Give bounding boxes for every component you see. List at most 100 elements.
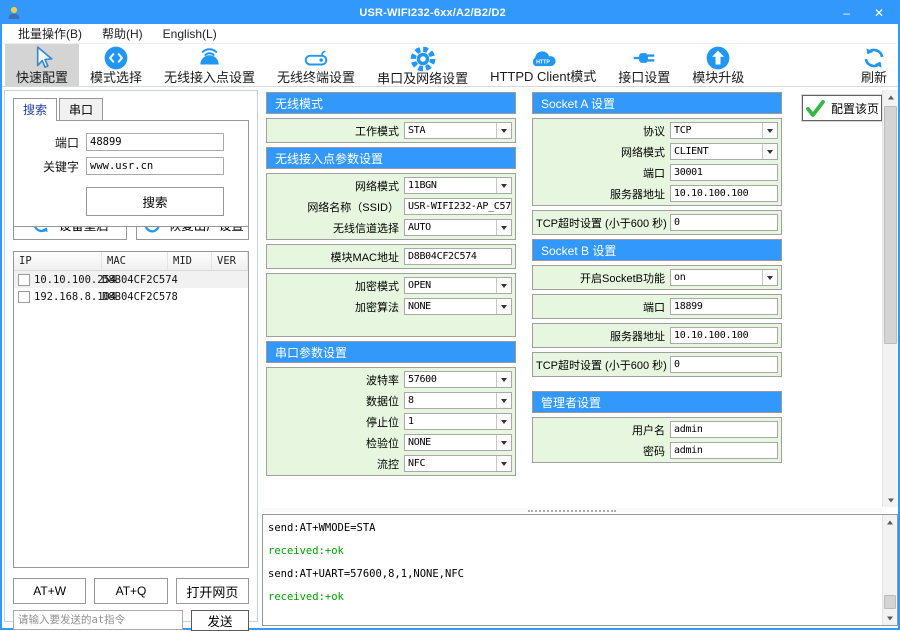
config-input[interactable]: admin — [670, 442, 778, 459]
chevron-down-icon[interactable] — [496, 393, 511, 408]
config-input[interactable]: USR-WIFI232-AP_C574 — [404, 198, 512, 215]
menu-batch-operations[interactable]: 批量操作(B) — [8, 23, 92, 44]
scroll-down-icon[interactable] — [883, 492, 898, 507]
scroll-up-icon[interactable] — [883, 515, 897, 530]
chevron-down-icon[interactable] — [496, 299, 511, 314]
config-select[interactable]: 11BGN — [404, 177, 512, 194]
minimize-button[interactable]: – — [843, 7, 850, 19]
chevron-down-icon[interactable] — [496, 414, 511, 429]
config-select[interactable]: 8 — [404, 392, 512, 409]
toolbar-item-mode-select[interactable]: 模式选择 — [79, 44, 153, 86]
at-command-input[interactable] — [13, 610, 183, 630]
config-select[interactable]: 1 — [404, 413, 512, 430]
chevron-down-icon[interactable] — [762, 144, 777, 159]
splitter-handle[interactable] — [262, 508, 882, 513]
chevron-down-icon[interactable] — [496, 435, 511, 450]
send-button[interactable]: 发送 — [191, 610, 249, 631]
keyword-input[interactable] — [86, 157, 224, 175]
toolbar-item-interface-settings[interactable]: 接口设置 — [607, 44, 681, 86]
config-select[interactable]: CLIENT — [670, 143, 778, 160]
splitter-grip-icon — [528, 510, 616, 512]
section-header: 串口参数设置 — [266, 341, 516, 363]
tab-serial[interactable]: 串口 — [59, 98, 103, 121]
config-column-wireless: 无线模式工作模式STA无线接入点参数设置网络模式11BGN网络名称（SSID）U… — [266, 92, 516, 480]
toolbar-item-ap-settings[interactable]: 无线接入点设置 — [153, 44, 266, 86]
config-input[interactable]: D8B04CF2C574 — [404, 248, 512, 265]
field-value: TCP — [671, 125, 762, 136]
scrollbar-thumb[interactable] — [884, 106, 897, 344]
device-mac: D8B04CF2C578 — [102, 291, 184, 303]
config-select[interactable]: NONE — [404, 434, 512, 451]
open-webpage-button[interactable]: 打开网页 — [176, 578, 249, 604]
scroll-down-icon[interactable] — [883, 610, 897, 625]
chevron-down-icon[interactable] — [496, 372, 511, 387]
chevron-down-icon[interactable] — [496, 220, 511, 235]
apply-page-button[interactable]: 配置该页 — [802, 95, 882, 121]
chevron-down-icon[interactable] — [496, 278, 511, 293]
config-input[interactable]: 0 — [670, 214, 778, 231]
config-select[interactable]: NFC — [404, 455, 512, 472]
toolbar-item-sta-settings[interactable]: 无线终端设置 — [266, 44, 366, 86]
field-value: OPEN — [405, 280, 496, 291]
config-input[interactable]: 0 — [670, 356, 778, 373]
config-select[interactable]: on — [670, 269, 778, 286]
device-mac: D8B04CF2C574 — [102, 274, 184, 286]
close-button[interactable]: ✕ — [874, 7, 884, 19]
field-value: 18899 — [671, 301, 777, 312]
menu-bar: 批量操作(B) 帮助(H) English(L) — [2, 24, 898, 44]
chevron-down-icon[interactable] — [496, 456, 511, 471]
ap-icon — [196, 45, 223, 71]
chevron-down-icon[interactable] — [496, 123, 511, 138]
search-tabs: 搜索 串口 — [13, 97, 257, 120]
column-header-ip[interactable]: IP — [14, 252, 102, 270]
toolbar-item-uart-net-settings[interactable]: 串口及网络设置 — [366, 44, 479, 86]
field-value: NFC — [405, 458, 496, 469]
search-button[interactable]: 搜索 — [86, 187, 224, 216]
atq-button[interactable]: AT+Q — [94, 578, 167, 604]
config-select[interactable]: NONE — [404, 298, 512, 315]
toolbar-item-httpd-client[interactable]: HTTPHTTPD Client模式 — [479, 44, 607, 86]
config-group: 服务器地址10.10.100.100 — [532, 323, 782, 348]
config-scrollbar[interactable] — [882, 90, 898, 507]
menu-help[interactable]: 帮助(H) — [92, 23, 153, 44]
device-checkbox[interactable] — [18, 274, 30, 286]
toolbar-item-label: 模块升级 — [692, 71, 744, 85]
config-group: 开启SocketB功能on — [532, 265, 782, 290]
menu-english[interactable]: English(L) — [153, 25, 227, 43]
log-scrollbar[interactable] — [882, 515, 897, 625]
scroll-up-icon[interactable] — [883, 90, 898, 105]
config-select[interactable]: TCP — [670, 122, 778, 139]
device-checkbox[interactable] — [18, 291, 30, 303]
config-select[interactable]: OPEN — [404, 277, 512, 294]
device-row[interactable]: 10.10.100.254D8B04CF2C574 — [14, 271, 248, 288]
toolbar-item-module-upgrade[interactable]: 模块升级 — [681, 44, 755, 86]
log-panel: send:AT+WMODE=STAreceived:+oksend:AT+UAR… — [262, 514, 898, 626]
config-input[interactable]: admin — [670, 421, 778, 438]
atw-button[interactable]: AT+W — [13, 578, 86, 604]
field-label: 端口 — [536, 299, 670, 315]
config-select[interactable]: 57600 — [404, 371, 512, 388]
column-header-mac[interactable]: MAC — [102, 252, 168, 270]
toolbar-item-quick-config[interactable]: 快速配置 — [5, 44, 79, 86]
port-input[interactable] — [86, 133, 224, 151]
toolbar-item-refresh[interactable]: 刷新 — [853, 44, 895, 86]
config-group: 加密模式OPEN加密算法NONE — [266, 273, 516, 337]
config-select[interactable]: STA — [404, 122, 512, 139]
device-row[interactable]: 192.168.8.104D8B04CF2C578 — [14, 288, 248, 305]
column-header-mid[interactable]: MID — [168, 252, 212, 270]
config-select[interactable]: AUTO — [404, 219, 512, 236]
chevron-down-icon[interactable] — [496, 178, 511, 193]
config-group: 端口18899 — [532, 294, 782, 319]
field-value: on — [671, 272, 762, 283]
chevron-down-icon[interactable] — [762, 270, 777, 285]
config-input[interactable]: 18899 — [670, 298, 778, 315]
config-input[interactable]: 10.10.100.100 — [670, 327, 778, 344]
config-input[interactable]: 10.10.100.100 — [670, 185, 778, 202]
chevron-down-icon[interactable] — [762, 123, 777, 138]
scrollbar-thumb[interactable] — [884, 595, 896, 609]
tab-search[interactable]: 搜索 — [13, 98, 57, 121]
log-output[interactable]: send:AT+WMODE=STAreceived:+oksend:AT+UAR… — [263, 515, 882, 625]
cursor-icon — [29, 45, 55, 71]
column-header-ver[interactable]: VER — [212, 252, 248, 270]
config-input[interactable]: 30001 — [670, 164, 778, 181]
